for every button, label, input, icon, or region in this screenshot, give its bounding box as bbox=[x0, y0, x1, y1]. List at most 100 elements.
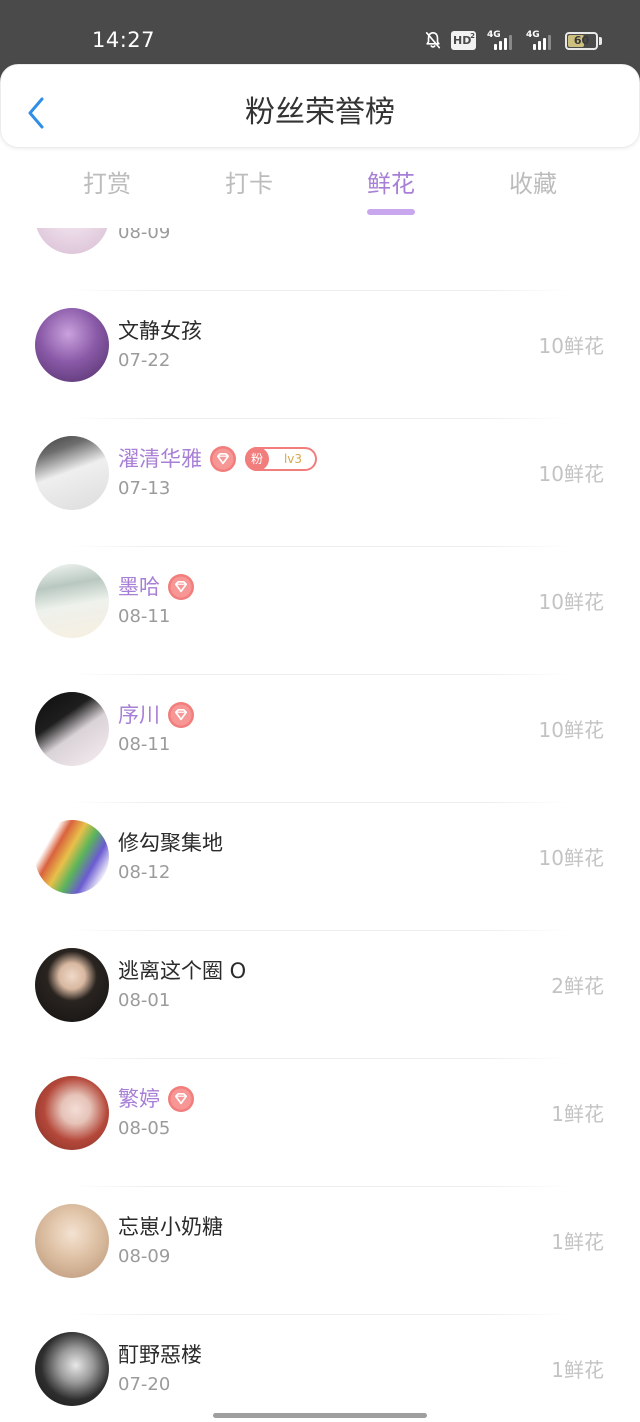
tab-bar: 打赏 打卡 鲜花 收藏 bbox=[36, 148, 604, 228]
name-line: 濯清华雅 粉 lv3 bbox=[118, 445, 317, 473]
date-label: 08-11 bbox=[118, 606, 171, 627]
list-content: 08-09 文静女孩 07-22 10鲜花 濯清华雅粉 lv3 07-13 10鲜花 墨哈 08-… bbox=[0, 228, 640, 1422]
user-name: 墨哈 bbox=[118, 575, 160, 599]
avatar[interactable] bbox=[35, 820, 109, 894]
list-item[interactable]: 忘崽小奶糖 08-09 1鲜花 bbox=[0, 1186, 640, 1314]
tab-label: 收藏 bbox=[509, 170, 557, 198]
name-line: 酊野惡楼 bbox=[118, 1341, 202, 1369]
hd-sub-label: 2 bbox=[470, 32, 475, 40]
row-divider bbox=[68, 802, 572, 803]
avatar[interactable] bbox=[35, 308, 109, 382]
user-name: 繁婷 bbox=[118, 1087, 160, 1111]
page-title: 粉丝荣誉榜 bbox=[245, 95, 395, 130]
date-label: 08-01 bbox=[118, 990, 171, 1011]
tab-label: 打赏 bbox=[83, 170, 131, 198]
row-divider bbox=[68, 290, 572, 291]
avatar[interactable] bbox=[35, 1204, 109, 1278]
row-divider bbox=[68, 674, 572, 675]
row-divider bbox=[68, 418, 572, 419]
diamond-heart-icon bbox=[168, 1086, 194, 1112]
row-divider bbox=[68, 930, 572, 931]
name-line: 繁婷 bbox=[118, 1085, 194, 1113]
name-line: 文静女孩 bbox=[118, 317, 202, 345]
signal-bars bbox=[494, 35, 512, 50]
tab-reward[interactable]: 打赏 bbox=[36, 148, 178, 228]
avatar[interactable] bbox=[35, 228, 109, 254]
name-line: 逃离这个圈 O bbox=[118, 957, 246, 985]
fan-badge-label: 粉 bbox=[245, 447, 269, 471]
tab-favorites[interactable]: 收藏 bbox=[462, 148, 604, 228]
avatar[interactable] bbox=[35, 1076, 109, 1150]
date-label: 07-20 bbox=[118, 1374, 171, 1395]
user-name: 濯清华雅 bbox=[118, 447, 202, 471]
flower-count: 2鲜花 bbox=[551, 974, 604, 998]
date-label: 08-09 bbox=[118, 228, 171, 243]
flower-count: 10鲜花 bbox=[538, 462, 604, 486]
home-indicator[interactable] bbox=[213, 1413, 427, 1418]
fan-ranking-list[interactable]: 08-09 文静女孩 07-22 10鲜花 濯清华雅粉 lv3 07-13 10鲜花 墨哈 08-… bbox=[0, 228, 640, 1422]
flower-count: 10鲜花 bbox=[538, 846, 604, 870]
signal-icon: 4G bbox=[526, 29, 558, 51]
date-label: 08-12 bbox=[118, 862, 171, 883]
signal-bar bbox=[543, 38, 546, 50]
avatar[interactable] bbox=[35, 1332, 109, 1406]
diamond-heart-icon bbox=[210, 446, 236, 472]
active-tab-indicator bbox=[367, 209, 415, 215]
avatar[interactable] bbox=[35, 564, 109, 638]
list-item[interactable]: 濯清华雅 粉 lv3 07-13 10鲜花 bbox=[0, 418, 640, 546]
date-label: 08-11 bbox=[118, 734, 171, 755]
row-divider bbox=[68, 1186, 572, 1187]
list-item[interactable]: 繁婷 08-05 1鲜花 bbox=[0, 1058, 640, 1186]
app-screen: 14:27 HD 2 4G 4G 60 粉丝荣誉榜 打赏 打卡 鲜花 收藏 08… bbox=[0, 0, 640, 1422]
signal-bar bbox=[504, 38, 507, 50]
user-name: 文静女孩 bbox=[118, 319, 202, 343]
name-line: 忘崽小奶糖 bbox=[118, 1213, 223, 1241]
avatar[interactable] bbox=[35, 692, 109, 766]
user-name: 酊野惡楼 bbox=[118, 1343, 202, 1367]
date-label: 08-05 bbox=[118, 1118, 171, 1139]
row-divider bbox=[68, 1314, 572, 1315]
hd-label: HD bbox=[453, 34, 472, 47]
tab-label: 鲜花 bbox=[367, 170, 415, 198]
flower-count: 1鲜花 bbox=[551, 1358, 604, 1382]
row-divider bbox=[68, 546, 572, 547]
user-name: 修勾聚集地 bbox=[118, 831, 223, 855]
list-item[interactable]: 酊野惡楼 07-20 1鲜花 bbox=[0, 1314, 640, 1422]
signal-bar bbox=[509, 35, 512, 50]
name-line: 修勾聚集地 bbox=[118, 829, 223, 857]
user-name: 忘崽小奶糖 bbox=[118, 1215, 223, 1239]
hd-voice-icon: HD 2 bbox=[451, 31, 476, 50]
flower-count: 10鲜花 bbox=[538, 334, 604, 358]
signal-bars bbox=[533, 35, 551, 50]
flower-count: 1鲜花 bbox=[551, 1230, 604, 1254]
signal-bar bbox=[548, 35, 551, 50]
list-item[interactable]: 08-09 bbox=[0, 228, 640, 290]
flower-count: 10鲜花 bbox=[538, 718, 604, 742]
battery-level: 60 bbox=[573, 34, 590, 47]
list-item[interactable]: 修勾聚集地 08-12 10鲜花 bbox=[0, 802, 640, 930]
signal-icon: 4G bbox=[487, 29, 519, 51]
tab-flowers[interactable]: 鲜花 bbox=[320, 148, 462, 228]
name-line: 墨哈 bbox=[118, 573, 194, 601]
diamond-heart-icon bbox=[168, 702, 194, 728]
list-item[interactable]: 序川 08-11 10鲜花 bbox=[0, 674, 640, 802]
battery-icon: 60 bbox=[565, 32, 598, 50]
row-divider bbox=[68, 1058, 572, 1059]
list-item[interactable]: 文静女孩 07-22 10鲜花 bbox=[0, 290, 640, 418]
signal-bar bbox=[494, 44, 497, 50]
avatar[interactable] bbox=[35, 436, 109, 510]
header: 粉丝荣誉榜 bbox=[0, 64, 640, 148]
fan-level-badge: 粉 lv3 bbox=[245, 447, 317, 471]
flower-count: 1鲜花 bbox=[551, 1102, 604, 1126]
list-item[interactable]: 逃离这个圈 O 08-01 2鲜花 bbox=[0, 930, 640, 1058]
list-item[interactable]: 墨哈 08-11 10鲜花 bbox=[0, 546, 640, 674]
date-label: 07-22 bbox=[118, 350, 171, 371]
user-name: 序川 bbox=[118, 703, 160, 727]
date-label: 08-09 bbox=[118, 1246, 171, 1267]
fan-badge-level: lv3 bbox=[283, 452, 303, 466]
user-name: 逃离这个圈 O bbox=[118, 959, 247, 983]
signal-bar bbox=[533, 44, 536, 50]
name-line: 序川 bbox=[118, 701, 194, 729]
tab-checkin[interactable]: 打卡 bbox=[178, 148, 320, 228]
avatar[interactable] bbox=[35, 948, 109, 1022]
